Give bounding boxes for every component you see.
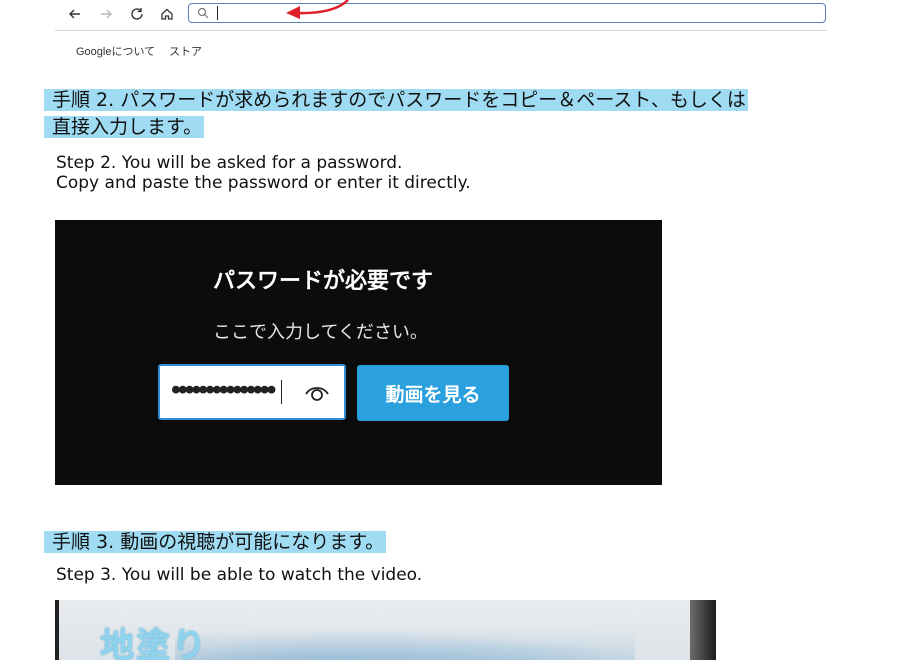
password-subtitle: ここで入力してください。 <box>213 322 428 343</box>
step2-heading-jp: 手順 2. パスワードが求められますのでパスワードをコピー＆ペースト、もしくは … <box>44 87 844 141</box>
password-title: パスワードが必要です <box>213 269 434 294</box>
video-frame-edge <box>55 600 59 660</box>
home-icon[interactable] <box>157 4 177 24</box>
video-thumbnail[interactable]: 地塗り <box>55 600 716 660</box>
password-masked-value: ●●●●●●●●●●●●●●● <box>172 382 275 397</box>
link-store[interactable]: ストア <box>169 43 202 59</box>
step2-en-line1: Step 2. You will be asked for a password… <box>56 153 403 173</box>
password-panel: パスワードが必要です ここで入力してください。 ●●●●●●●●●●●●●●● … <box>55 220 662 485</box>
step2-jp-line2: 直接入力します。 <box>44 116 205 138</box>
annotation-arrow-icon <box>286 0 349 19</box>
page: Googleについて ストア 手順 2. パスワードが求められますのでパスワード… <box>0 0 924 660</box>
reload-icon[interactable] <box>127 4 147 24</box>
eye-icon[interactable] <box>304 382 330 404</box>
forward-arrow-icon[interactable] <box>96 4 116 24</box>
painted-area <box>175 628 635 660</box>
password-input[interactable]: ●●●●●●●●●●●●●●● <box>158 364 346 420</box>
step2-en-line2: Copy and paste the password or enter it … <box>56 173 471 193</box>
watch-video-button[interactable]: 動画を見る <box>357 365 509 421</box>
step2-jp-line1: 手順 2. パスワードが求められますのでパスワードをコピー＆ペースト、もしくは <box>44 89 748 111</box>
step3-jp-text: 手順 3. 動画の視聴が可能になります。 <box>44 531 387 553</box>
search-icon <box>197 7 209 19</box>
back-arrow-icon[interactable] <box>65 4 85 24</box>
password-caret <box>281 380 282 404</box>
step2-text-en: Step 2. You will be asked for a password… <box>56 153 471 193</box>
step3-text-en: Step 3. You will be able to watch the vi… <box>56 565 423 585</box>
video-frame-edge-right <box>690 600 716 660</box>
text-caret <box>217 6 218 20</box>
step3-heading-jp: 手順 3. 動画の視聴が可能になります。 <box>44 529 387 555</box>
link-about-google[interactable]: Googleについて <box>76 43 155 59</box>
browser-toolbar <box>55 0 827 31</box>
video-caption: 地塗り <box>100 626 208 660</box>
